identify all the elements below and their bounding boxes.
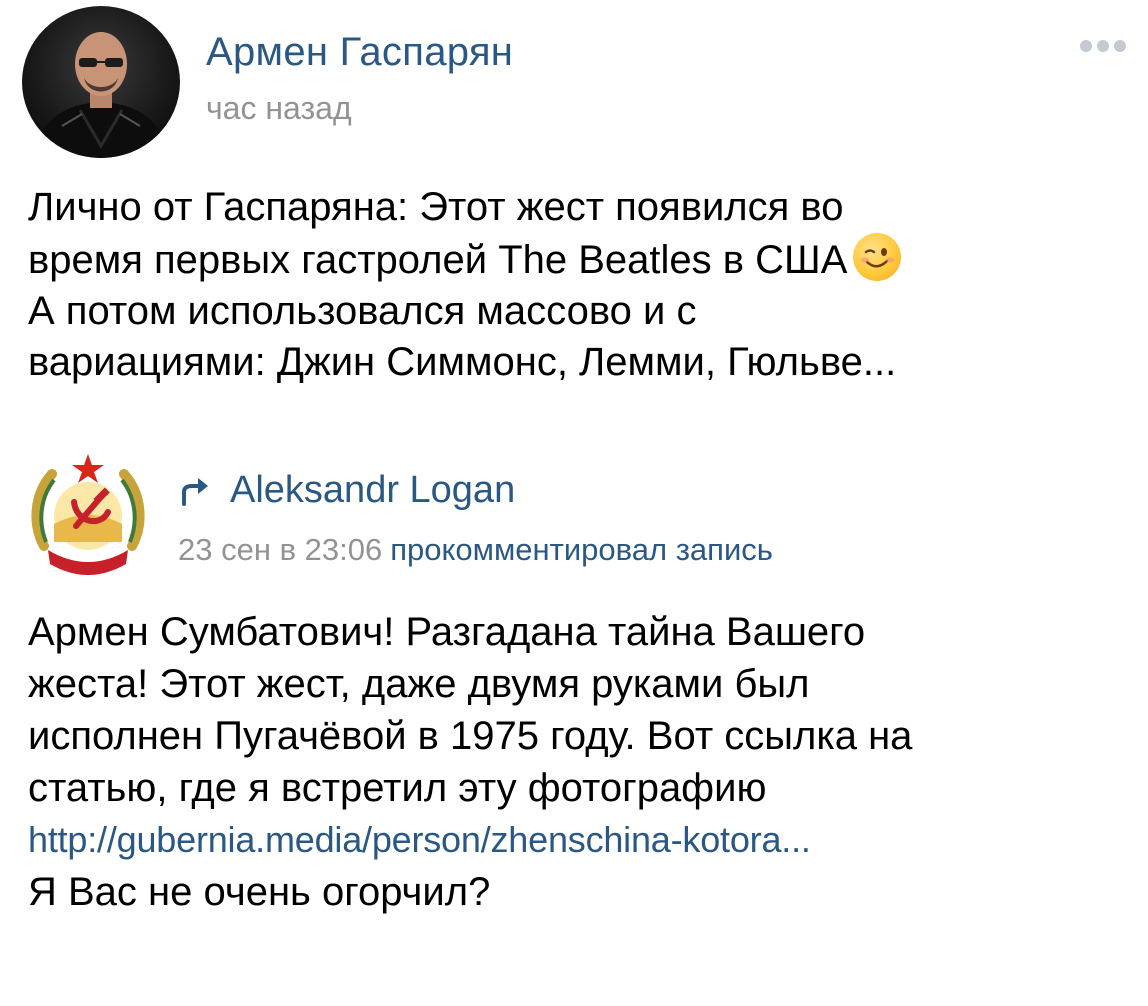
post-text-line-with-emoji: время первых гастролей The Beatles в США bbox=[28, 233, 1128, 286]
reply-arrow-icon bbox=[182, 478, 208, 506]
comment-text-line: исполнен Пугачёвой в 1975 году. Вот ссыл… bbox=[28, 714, 913, 758]
more-options-icon[interactable] bbox=[1080, 40, 1126, 52]
author-name[interactable]: Армен Гаспарян bbox=[206, 26, 513, 78]
comment-text-line: Я Вас не очень огорчил? bbox=[28, 870, 491, 914]
commenter-name[interactable]: Aleksandr Logan bbox=[230, 466, 515, 514]
author-avatar[interactable] bbox=[22, 6, 180, 158]
comment-meta: 23 сен в 23:06 прокомментировал запись bbox=[178, 530, 773, 570]
comment-date[interactable]: 23 сен в 23:06 bbox=[178, 532, 382, 567]
comment-text-line: жеста! Этот жест, даже двумя руками был bbox=[28, 662, 810, 706]
post-text-line: время первых гастролей The Beatles в США bbox=[28, 238, 848, 282]
wall-post: Армен Гаспарян час назад Лично от Гаспар… bbox=[0, 0, 1148, 1006]
comment-text-line: Армен Сумбатович! Разгадана тайна Вашего bbox=[28, 610, 866, 654]
post-text-line: Лично от Гаспаряна: Этот жест появился в… bbox=[28, 185, 844, 229]
commenter-avatar[interactable] bbox=[22, 446, 154, 578]
comment-link[interactable]: http://gubernia.media/person/zhenschina-… bbox=[28, 814, 1128, 866]
post-text-line: вариациями: Джин Симмонс, Лемми, Гюльве.… bbox=[28, 340, 897, 384]
post-text: Лично от Гаспаряна: Этот жест появился в… bbox=[28, 182, 1128, 388]
comment-text: Армен Сумбатович! Разгадана тайна Вашего… bbox=[28, 606, 1128, 918]
post-time[interactable]: час назад bbox=[206, 88, 352, 128]
comment-action-link[interactable]: прокомментировал запись bbox=[390, 532, 773, 567]
comment-text-line: статью, где я встретил эту фотографию bbox=[28, 766, 767, 810]
winking-face-emoji-icon bbox=[853, 233, 902, 281]
post-text-line: А потом использовался массово и с bbox=[28, 289, 697, 333]
